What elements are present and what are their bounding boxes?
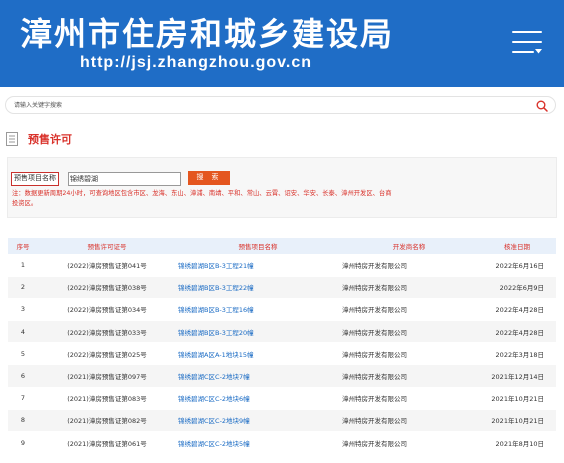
approval-date: 2021年8月10日 <box>478 431 556 455</box>
row-number: 6 <box>8 364 38 388</box>
developer-name: 漳州特房开发有限公司 <box>340 409 478 433</box>
approval-date: 2022年6月16日 <box>478 254 556 277</box>
project-link[interactable]: 锦绣碧湖B区B-3工程20幢 <box>176 320 340 344</box>
column-header: 预售项目名称 <box>238 243 278 251</box>
row-number: 7 <box>8 387 38 410</box>
cert-number: (2021)漳房预售证第097号 <box>38 364 176 388</box>
cert-number: (2022)漳房预售证第033号 <box>38 320 176 344</box>
table-row: 4 (2022)漳房预售证第033号 锦绣碧湖B区B-3工程20幢 漳州特房开发… <box>8 320 556 344</box>
cert-number: (2021)漳房预售证第083号 <box>38 387 176 410</box>
column-header: 序号 <box>16 243 30 251</box>
table-row: 6 (2021)漳房预售证第097号 锦绣碧湖C区C-2地块7幢 漳州特房开发有… <box>8 364 556 388</box>
section-title-text: 预售许可 <box>28 133 72 146</box>
developer-name: 漳州特房开发有限公司 <box>340 298 478 322</box>
table-row: 9 (2021)漳房预售证第061号 锦绣碧湖C区C-2地块5幢 漳州特房开发有… <box>8 431 556 455</box>
developer-name: 漳州特房开发有限公司 <box>340 320 478 344</box>
column-header: 核准日期 <box>504 243 530 251</box>
filter-label: 预售项目名称 <box>11 172 59 186</box>
approval-date: 2022年6月9日 <box>478 276 556 299</box>
project-link[interactable]: 锦绣碧湖C区C-2地块6幢 <box>176 387 340 410</box>
project-name-input[interactable] <box>68 172 181 186</box>
project-link[interactable]: 锦绣碧湖C区C-2地块7幢 <box>176 364 340 388</box>
project-link[interactable]: 锦绣碧湖B区B-3工程22幢 <box>176 276 340 299</box>
row-number: 1 <box>8 254 38 277</box>
site-header: 漳州市住房和城乡建设局 http://jsj.zhangzhou.gov.cn <box>0 0 564 87</box>
site-url: http://jsj.zhangzhou.gov.cn <box>80 54 313 71</box>
project-link[interactable]: 锦绣碧湖C区C-2地块9幢 <box>176 409 340 433</box>
row-number: 2 <box>8 276 38 299</box>
search-input[interactable] <box>14 98 514 112</box>
row-number: 4 <box>8 320 38 344</box>
site-title[interactable]: 漳州市住房和城乡建设局 <box>20 16 394 52</box>
search-bar <box>5 96 556 114</box>
column-header: 预售许可证号 <box>87 243 127 251</box>
project-link[interactable]: 锦绣碧湖B区B-3工程21幢 <box>176 254 340 277</box>
row-number: 9 <box>8 431 38 455</box>
cert-number: (2022)漳房预售证第034号 <box>38 298 176 322</box>
table-row: 7 (2021)漳房预售证第083号 锦绣碧湖C区C-2地块6幢 漳州特房开发有… <box>8 387 556 410</box>
table-row: 2 (2022)漳房预售证第038号 锦绣碧湖B区B-3工程22幢 漳州特房开发… <box>8 276 556 299</box>
developer-name: 漳州特房开发有限公司 <box>340 387 478 410</box>
approval-date: 2022年4月28日 <box>478 320 556 344</box>
section-title: 预售许可 <box>6 132 72 146</box>
approval-date: 2021年10月21日 <box>478 387 556 410</box>
project-link[interactable]: 锦绣碧湖C区C-2地块5幢 <box>176 431 340 455</box>
cert-number: (2021)漳房预售证第061号 <box>38 431 176 455</box>
approval-date: 2021年10月21日 <box>478 409 556 433</box>
project-link[interactable]: 锦绣碧湖A区A-1地块15幢 <box>176 342 340 366</box>
table-header-row: 序号 预售许可证号 预售项目名称 开发商名称 核准日期 <box>8 238 556 254</box>
approval-date: 2022年3月18日 <box>478 342 556 366</box>
cert-number: (2022)漳房预售证第038号 <box>38 276 176 299</box>
approval-date: 2021年12月14日 <box>478 364 556 388</box>
search-icon[interactable] <box>536 100 548 112</box>
row-number: 8 <box>8 409 38 433</box>
cert-number: (2022)漳房预售证第025号 <box>38 342 176 366</box>
document-icon <box>6 132 18 146</box>
filter-note: 注：数据更新周期24小时，可查询地区包含市区、龙海、东山、漳浦、南靖、平和、常山… <box>12 190 392 207</box>
menu-icon[interactable] <box>512 28 542 56</box>
table-row: 8 (2021)漳房预售证第082号 锦绣碧湖C区C-2地块9幢 漳州特房开发有… <box>8 409 556 433</box>
filter-panel: 预售项目名称 搜 索 注：数据更新周期24小时，可查询地区包含市区、龙海、东山、… <box>7 157 557 218</box>
developer-name: 漳州特房开发有限公司 <box>340 342 478 366</box>
search-button[interactable]: 搜 索 <box>188 171 230 185</box>
developer-name: 漳州特房开发有限公司 <box>340 254 478 277</box>
developer-name: 漳州特房开发有限公司 <box>340 364 478 388</box>
row-number: 5 <box>8 342 38 366</box>
table-row: 5 (2022)漳房预售证第025号 锦绣碧湖A区A-1地块15幢 漳州特房开发… <box>8 342 556 366</box>
developer-name: 漳州特房开发有限公司 <box>340 276 478 299</box>
column-header: 开发商名称 <box>392 243 426 251</box>
developer-name: 漳州特房开发有限公司 <box>340 431 478 455</box>
table-row: 1 (2022)漳房预售证第041号 锦绣碧湖B区B-3工程21幢 漳州特房开发… <box>8 254 556 277</box>
cert-number: (2022)漳房预售证第041号 <box>38 254 176 277</box>
row-number: 3 <box>8 298 38 322</box>
approval-date: 2022年4月28日 <box>478 298 556 322</box>
presale-table: 序号 预售许可证号 预售项目名称 开发商名称 核准日期 1 (2022)漳房预售… <box>8 238 556 455</box>
project-link[interactable]: 锦绣碧湖B区B-3工程16幢 <box>176 298 340 322</box>
cert-number: (2021)漳房预售证第082号 <box>38 409 176 433</box>
table-row: 3 (2022)漳房预售证第034号 锦绣碧湖B区B-3工程16幢 漳州特房开发… <box>8 298 556 322</box>
